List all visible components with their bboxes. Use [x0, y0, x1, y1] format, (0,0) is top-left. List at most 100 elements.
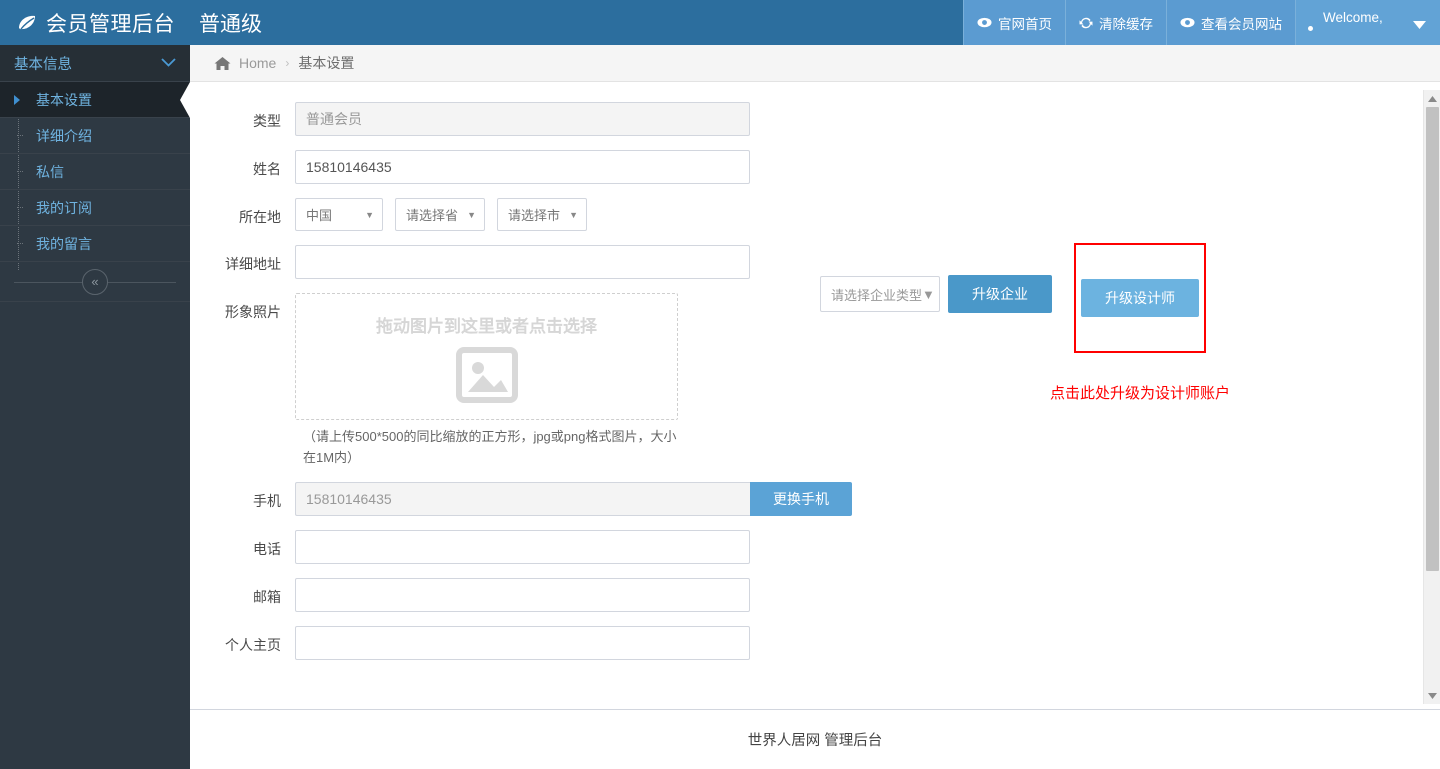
scrollbar-thumb[interactable]: [1426, 107, 1439, 571]
form-panel: 类型 姓名 所在地 中国 ▼ 请选择省 ▼ 请选择市: [190, 82, 1440, 703]
caret-down-icon: ▼: [569, 209, 578, 220]
field-row-phone: 手机 更换手机: [190, 482, 1440, 516]
sidebar-item-label: 我的留言: [36, 235, 92, 252]
nav-item-clear-cache[interactable]: 清除缓存: [1065, 0, 1166, 45]
brand-level: 普通级: [199, 12, 262, 36]
sidebar-item-label: 详细介绍: [36, 127, 92, 144]
sidebar-menu: 基本设置 详细介绍 私信 我的订阅 我的留言 «: [0, 82, 190, 302]
sidebar-item-detail-intro[interactable]: 详细介绍: [0, 118, 190, 154]
photo-dropzone[interactable]: 拖动图片到这里或者点击选择: [295, 293, 678, 420]
nav-item-member-site[interactable]: 查看会员网站: [1166, 0, 1295, 45]
dropzone-text: 拖动图片到这里或者点击选择: [376, 316, 597, 336]
tree-tick: [17, 135, 23, 136]
sidebar-item-label: 私信: [36, 163, 64, 180]
sidebar-item-label: 基本设置: [36, 91, 92, 108]
sidebar-item-my-subscriptions[interactable]: 我的订阅: [0, 190, 190, 226]
nav-item-label: 官网首页: [998, 16, 1052, 32]
scroll-down-button[interactable]: [1424, 687, 1440, 704]
caret-down-icon: ▼: [467, 209, 476, 220]
country-select-value: 中国: [306, 208, 333, 223]
address-input[interactable]: [295, 245, 750, 279]
type-input[interactable]: [295, 102, 750, 136]
user-welcome-label: Welcome,: [1323, 10, 1383, 25]
page-footer: 世界人居网 管理后台: [190, 709, 1440, 769]
photo-upload-column: 拖动图片到这里或者点击选择 （请上传500*500的同比缩放的正方形，jpg或p…: [295, 293, 678, 468]
field-label: 形象照片: [225, 304, 281, 320]
field-row-type: 类型: [190, 102, 1440, 136]
caret-down-icon: ▼: [365, 209, 374, 220]
name-input[interactable]: [295, 150, 750, 184]
field-row-photo: 形象照片 拖动图片到这里或者点击选择 （请上传500*500的同比缩放的正方形，: [190, 293, 1440, 468]
eye-icon: [1180, 17, 1195, 28]
content-scrollbar[interactable]: [1423, 90, 1440, 704]
user-status-dot: [1308, 26, 1313, 31]
nav-item-official-site[interactable]: 官网首页: [963, 0, 1065, 45]
field-label: 邮箱: [253, 589, 281, 605]
leaf-icon: [16, 12, 38, 34]
telephone-input[interactable]: [295, 530, 750, 564]
field-label: 电话: [253, 541, 281, 557]
sidebar-item-label: 我的订阅: [36, 199, 92, 216]
sidebar-item-private-message[interactable]: 私信: [0, 154, 190, 190]
breadcrumb-home[interactable]: Home: [239, 55, 276, 71]
city-select-value: 请选择市: [508, 208, 561, 223]
sidebar: 基本信息 基本设置 详细介绍 私信 我的订阅 我的留言 «: [0, 45, 190, 769]
field-label: 个人主页: [225, 637, 281, 653]
country-select[interactable]: 中国 ▼: [295, 198, 383, 231]
sidebar-section-label: 基本信息: [14, 56, 72, 73]
upgrade-business-button[interactable]: 升级企业: [948, 275, 1052, 313]
city-select[interactable]: 请选择市 ▼: [497, 198, 587, 231]
email-input[interactable]: [295, 578, 750, 612]
homepage-input[interactable]: [295, 626, 750, 660]
designer-upgrade-annotation: 点击此处升级为设计师账户: [1050, 385, 1231, 402]
basic-settings-form: 类型 姓名 所在地 中国 ▼ 请选择省 ▼ 请选择市: [190, 82, 1440, 660]
sidebar-item-basic-settings[interactable]: 基本设置: [0, 82, 190, 118]
business-type-value: 请选择企业类型: [831, 287, 923, 303]
sidebar-collapse-row[interactable]: «: [0, 262, 190, 302]
field-row-location: 所在地 中国 ▼ 请选择省 ▼ 请选择市 ▼: [190, 198, 1440, 231]
home-icon: [214, 56, 231, 71]
tree-tick: [17, 207, 23, 208]
field-row-name: 姓名: [190, 150, 1440, 184]
province-select-value: 请选择省: [406, 208, 459, 223]
province-select[interactable]: 请选择省 ▼: [395, 198, 485, 231]
breadcrumb-separator: ›: [285, 56, 290, 70]
tree-tick: [17, 243, 23, 244]
sidebar-section-header[interactable]: 基本信息: [0, 45, 190, 82]
field-row-email: 邮箱: [190, 578, 1440, 612]
photo-hint: （请上传500*500的同比缩放的正方形，jpg或png格式图片，大小在1M内）: [303, 429, 677, 465]
designer-upgrade-highlight: 升级设计师: [1074, 243, 1206, 353]
field-label: 类型: [253, 113, 281, 129]
refresh-icon: [1079, 16, 1093, 30]
business-type-select[interactable]: 请选择企业类型 ▼: [820, 276, 940, 312]
eye-icon: [977, 17, 992, 28]
tree-tick: [17, 171, 23, 172]
field-row-telephone: 电话: [190, 530, 1440, 564]
sidebar-item-my-messages[interactable]: 我的留言: [0, 226, 190, 262]
nav-item-label: 清除缓存: [1099, 16, 1153, 32]
user-menu[interactable]: Welcome,: [1295, 0, 1440, 45]
upgrade-designer-button[interactable]: 升级设计师: [1081, 279, 1199, 317]
field-label: 详细地址: [225, 256, 281, 272]
field-label: 所在地: [239, 209, 281, 225]
field-label: 姓名: [253, 161, 281, 177]
active-arrow-icon: [14, 95, 20, 105]
brand-title: 会员管理后台: [46, 12, 175, 36]
brand-area[interactable]: 会员管理后台 普通级: [0, 0, 963, 45]
field-label: 手机: [253, 493, 281, 509]
main-content: Home › 基本设置 类型 姓名 所在地 中国 ▼: [190, 45, 1440, 769]
phone-input-group: 更换手机: [295, 482, 852, 516]
chevron-down-icon: [161, 55, 176, 71]
upgrade-section: 请选择企业类型 ▼ 升级企业 升级设计师 点击此处升级为设计师账户: [820, 243, 1230, 402]
field-row-address: 详细地址: [190, 245, 1440, 279]
phone-input[interactable]: [295, 482, 750, 516]
caret-down-icon: [1413, 17, 1426, 32]
scroll-up-button[interactable]: [1424, 90, 1440, 107]
double-chevron-left-icon[interactable]: «: [82, 268, 108, 295]
caret-down-icon: ▼: [922, 286, 935, 302]
image-placeholder-icon: [455, 346, 518, 408]
nav-item-label: 查看会员网站: [1201, 16, 1282, 32]
field-row-homepage: 个人主页: [190, 626, 1440, 660]
footer-text: 世界人居网 管理后台: [747, 733, 883, 749]
change-phone-button[interactable]: 更换手机: [750, 482, 852, 516]
